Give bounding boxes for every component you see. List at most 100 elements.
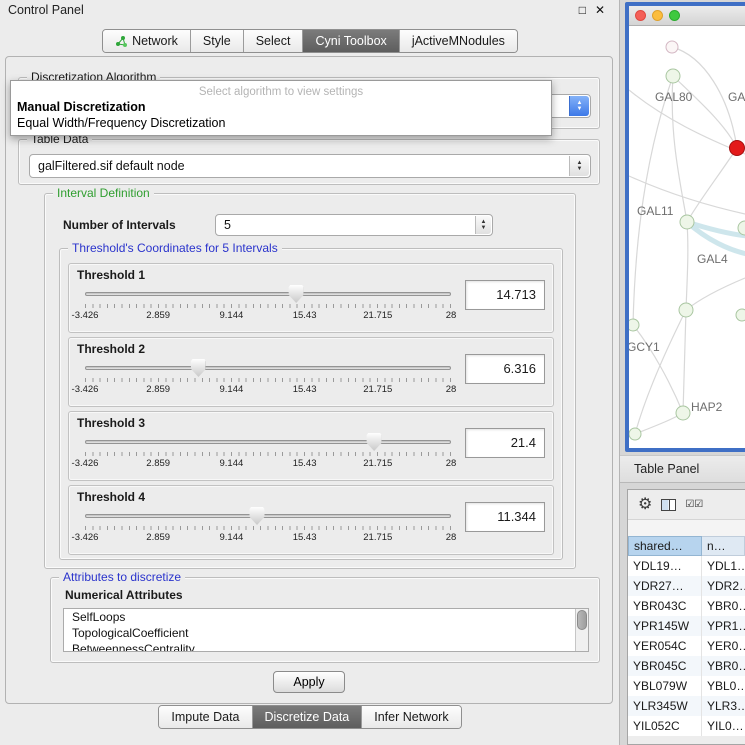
node-label: GAL80 — [655, 90, 693, 104]
slider-track[interactable] — [85, 292, 451, 296]
table-row[interactable]: YPR145W YPR1… — [628, 616, 745, 636]
cell-name[interactable]: YBL0… — [702, 676, 745, 696]
network-node[interactable] — [680, 215, 694, 229]
network-view-window[interactable]: GAL80 GA GAL11 GAL4 GCY1 HAP2 — [625, 2, 745, 452]
cell-shared-name[interactable]: YBR043C — [628, 596, 702, 616]
cell-name[interactable]: YDR2… — [702, 576, 745, 596]
float-window-icon[interactable]: □ — [579, 0, 586, 20]
cell-name[interactable]: YER0… — [702, 636, 745, 656]
number-of-intervals-combobox[interactable]: 5 ▲▼ — [215, 214, 493, 236]
cell-shared-name[interactable]: YBR045C — [628, 656, 702, 676]
tick-label: 9.144 — [220, 310, 244, 321]
minimize-traffic-light-icon[interactable] — [652, 10, 663, 21]
network-canvas[interactable]: GAL80 GA GAL11 GAL4 GCY1 HAP2 — [629, 26, 745, 448]
threshold-value-field[interactable]: 11.344 — [465, 502, 545, 532]
cell-name[interactable]: YIL0… — [702, 716, 745, 736]
tab-cyni-toolbox[interactable]: Cyni Toolbox — [302, 30, 398, 52]
table-data-combobox[interactable]: galFiltered.sif default node ▲▼ — [29, 154, 591, 178]
slider-thumb[interactable] — [191, 359, 206, 377]
window-title: Control Panel — [8, 3, 84, 17]
cell-shared-name[interactable]: YDL19… — [628, 556, 702, 576]
threshold-value-field[interactable]: 14.713 — [465, 280, 545, 310]
slider-track[interactable] — [85, 514, 451, 518]
tab-jactivemnodules[interactable]: jActiveMNodules — [399, 30, 517, 52]
column-header-name[interactable]: n… — [702, 536, 745, 556]
combobox-stepper-icon[interactable]: ▲▼ — [569, 96, 589, 116]
combobox-stepper-icon[interactable]: ▲▼ — [569, 156, 589, 176]
cell-shared-name[interactable]: YLR345W — [628, 696, 702, 716]
dropdown-item-manual-discretization[interactable]: Manual Discretization — [11, 98, 551, 114]
cell-name[interactable]: YPR1… — [702, 616, 745, 636]
slider-thumb[interactable] — [289, 285, 304, 303]
list-item[interactable]: TopologicalCoefficient — [64, 625, 588, 641]
network-node[interactable] — [629, 319, 639, 331]
table-row[interactable]: YER054C YER0… — [628, 636, 745, 656]
combobox-stepper-icon[interactable]: ▲▼ — [475, 216, 491, 234]
tab-select[interactable]: Select — [243, 30, 303, 52]
threshold-label: Threshold 1 — [77, 268, 145, 282]
column-header-shared-name[interactable]: shared… — [628, 536, 702, 556]
tick-label: 2.859 — [146, 458, 170, 469]
cell-name[interactable]: YLR3… — [702, 696, 745, 716]
columns-icon[interactable] — [661, 499, 676, 511]
scrollbar-thumb[interactable] — [577, 610, 587, 630]
table-header-row: shared… n… — [628, 536, 745, 556]
network-node[interactable] — [679, 303, 693, 317]
threshold-slider[interactable]: -3.426 2.859 9.144 15.43 21.715 28 — [85, 432, 451, 474]
attributes-list: SelfLoops TopologicalCoefficient Between… — [63, 608, 589, 652]
tab-label: Style — [203, 34, 231, 48]
network-node[interactable] — [666, 69, 680, 83]
table-row[interactable]: YDR27… YDR2… — [628, 576, 745, 596]
slider-thumb[interactable] — [367, 433, 382, 451]
network-node[interactable] — [676, 406, 690, 420]
table-row[interactable]: YBR045C YBR0… — [628, 656, 745, 676]
network-node-selected-red[interactable] — [730, 141, 745, 156]
tab-network[interactable]: Network — [103, 30, 190, 52]
slider-track[interactable] — [85, 366, 451, 370]
slider-tick-labels: -3.426 2.859 9.144 15.43 21.715 28 — [85, 384, 451, 396]
zoom-traffic-light-icon[interactable] — [669, 10, 680, 21]
close-icon[interactable]: ✕ — [595, 0, 605, 20]
threshold-slider[interactable]: -3.426 2.859 9.144 15.43 21.715 28 — [85, 284, 451, 326]
network-node[interactable] — [736, 309, 745, 321]
table-row[interactable]: YIL052C YIL0… — [628, 716, 745, 736]
list-item[interactable]: SelfLoops — [64, 609, 588, 625]
cell-shared-name[interactable]: YIL052C — [628, 716, 702, 736]
threshold-value-field[interactable]: 21.4 — [465, 428, 545, 458]
table-row[interactable]: YLR345W YLR3… — [628, 696, 745, 716]
table-row[interactable]: YBL079W YBL0… — [628, 676, 745, 696]
network-window-titlebar — [629, 6, 745, 26]
tab-infer-network[interactable]: Infer Network — [361, 706, 460, 728]
apply-button[interactable]: Apply — [273, 671, 345, 693]
tab-impute-data[interactable]: Impute Data — [159, 706, 251, 728]
cell-shared-name[interactable]: YBL079W — [628, 676, 702, 696]
tab-style[interactable]: Style — [190, 30, 243, 52]
threshold-value-field[interactable]: 6.316 — [465, 354, 545, 384]
tick-label: -3.426 — [72, 458, 99, 469]
cell-name[interactable]: YBR0… — [702, 656, 745, 676]
threshold-slider[interactable]: -3.426 2.859 9.144 15.43 21.715 28 — [85, 506, 451, 548]
cell-shared-name[interactable]: YPR145W — [628, 616, 702, 636]
tick-label: 2.859 — [146, 532, 170, 543]
network-node[interactable] — [629, 428, 641, 440]
threshold-slider[interactable]: -3.426 2.859 9.144 15.43 21.715 28 — [85, 358, 451, 400]
network-node[interactable] — [666, 41, 678, 53]
control-panel-window: Control Panel □ ✕ Network Style Se — [0, 0, 620, 745]
gear-icon[interactable]: ⚙ — [638, 497, 652, 513]
table-row[interactable]: YDL19… YDL1… — [628, 556, 745, 576]
cell-shared-name[interactable]: YDR27… — [628, 576, 702, 596]
cell-shared-name[interactable]: YER054C — [628, 636, 702, 656]
close-traffic-light-icon[interactable] — [635, 10, 646, 21]
table-row[interactable]: YBR043C YBR0… — [628, 596, 745, 616]
cell-name[interactable]: YBR0… — [702, 596, 745, 616]
slider-track[interactable] — [85, 440, 451, 444]
tick-label: -3.426 — [72, 384, 99, 395]
slider-thumb[interactable] — [250, 507, 265, 525]
slider-ticks — [85, 304, 451, 308]
dropdown-item-equal-width-frequency[interactable]: Equal Width/Frequency Discretization — [11, 114, 551, 130]
list-item[interactable]: BetweennessCentrality — [64, 641, 588, 652]
cell-name[interactable]: YDL1… — [702, 556, 745, 576]
scrollbar[interactable] — [575, 609, 588, 651]
select-columns-checkbox-icons[interactable]: ☑☑ — [685, 499, 703, 510]
tab-discretize-data[interactable]: Discretize Data — [252, 706, 362, 728]
